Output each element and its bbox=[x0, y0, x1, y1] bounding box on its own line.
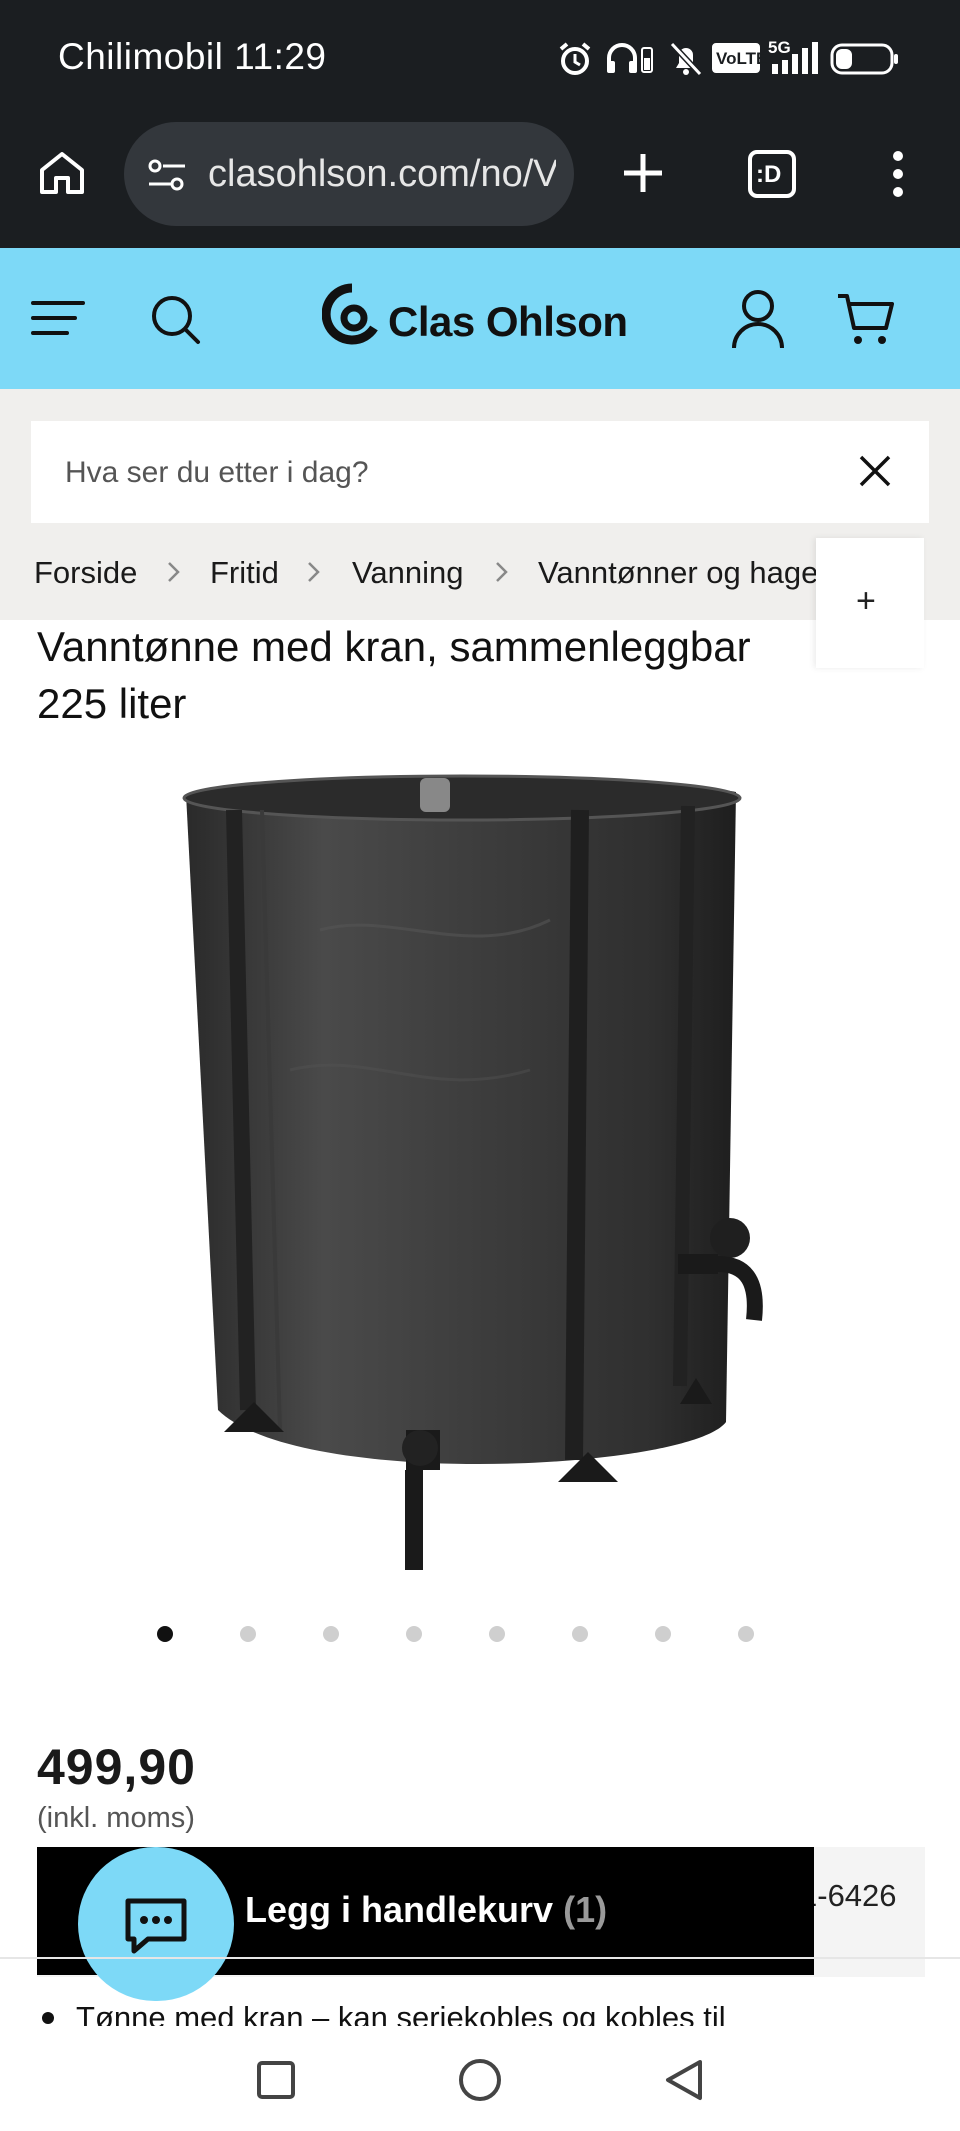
system-navigation-bar bbox=[0, 2026, 960, 2131]
recents-square-icon[interactable] bbox=[256, 2060, 296, 2100]
url-text[interactable]: clasohlson.com/no/V bbox=[208, 153, 556, 196]
media-indicator-icon bbox=[641, 47, 653, 73]
back-triangle-icon[interactable] bbox=[662, 2058, 704, 2102]
clas-ohlson-logo-mark bbox=[322, 283, 378, 345]
phone-number-partial[interactable]: 1-6426 bbox=[800, 1878, 897, 1914]
product-title: Vanntønne med kran, sammenleggbar 225 li… bbox=[37, 623, 751, 727]
alarm-icon bbox=[559, 42, 591, 75]
description-bullet: Tønne med kran – kan seriekobles og kobl… bbox=[0, 1996, 960, 2026]
site-header: Clas Ohlson bbox=[0, 248, 960, 389]
vat-note: (inkl. moms) bbox=[37, 1802, 195, 1834]
carousel-dot[interactable] bbox=[157, 1626, 173, 1642]
new-tab-plus-icon[interactable] bbox=[620, 150, 666, 196]
breadcrumb-item-vanning[interactable]: Vanning bbox=[352, 555, 463, 591]
carousel-dot[interactable] bbox=[489, 1626, 505, 1642]
headphones-icon bbox=[607, 43, 637, 73]
chat-bubble-icon bbox=[125, 1898, 187, 1954]
carousel-dot[interactable] bbox=[323, 1626, 339, 1642]
home-icon[interactable] bbox=[36, 148, 88, 200]
carousel-dot[interactable] bbox=[240, 1626, 256, 1642]
battery-icon bbox=[830, 43, 898, 75]
divider bbox=[0, 1957, 960, 1959]
product-image-water-barrel[interactable] bbox=[170, 770, 790, 1680]
add-to-cart-label: Legg i handlekurv bbox=[245, 1889, 554, 1930]
bullet-text: Tønne med kran – kan seriekobles og kobl… bbox=[76, 2000, 726, 2026]
carrier-and-time: Chilimobil 11:29 bbox=[58, 36, 327, 77]
browser-toolbar: clasohlson.com/no/V :D bbox=[0, 118, 960, 248]
product-price: 499,90 bbox=[37, 1739, 196, 1795]
volte-badge: VoLTE bbox=[712, 43, 767, 73]
more-menu-icon[interactable] bbox=[884, 148, 912, 200]
breadcrumb-item-forside[interactable]: Forside bbox=[34, 555, 137, 591]
vibrate-off-icon bbox=[669, 41, 703, 77]
chevron-right-icon bbox=[168, 562, 180, 582]
menu-icon[interactable] bbox=[31, 298, 85, 338]
search-input[interactable] bbox=[65, 451, 825, 495]
chevron-right-icon bbox=[308, 562, 320, 582]
search-icon[interactable] bbox=[150, 294, 202, 346]
bullet-marker bbox=[42, 2012, 54, 2024]
site-settings-icon[interactable] bbox=[146, 154, 188, 196]
tab-switcher-icon[interactable]: :D bbox=[748, 150, 796, 198]
chevron-right-icon bbox=[496, 562, 508, 582]
carousel-dot[interactable] bbox=[738, 1626, 754, 1642]
chat-button[interactable] bbox=[78, 1847, 234, 2001]
account-icon[interactable] bbox=[730, 288, 786, 350]
search-box[interactable] bbox=[31, 421, 929, 523]
status-bar: Chilimobil 11:29 VoLTE 5G bbox=[0, 0, 960, 118]
clear-search-icon[interactable] bbox=[857, 453, 893, 489]
carousel-dot[interactable] bbox=[406, 1626, 422, 1642]
cart-icon[interactable] bbox=[836, 292, 896, 348]
brand-name: Clas Ohlson bbox=[388, 298, 628, 345]
carousel-dot[interactable] bbox=[655, 1626, 671, 1642]
search-area bbox=[0, 389, 960, 554]
breadcrumb-item-fritid[interactable]: Fritid bbox=[210, 555, 279, 591]
home-circle-icon[interactable] bbox=[458, 2058, 502, 2102]
cart-count-badge: (1) bbox=[563, 1889, 608, 1930]
carousel-dot[interactable] bbox=[572, 1626, 588, 1642]
signal-icon bbox=[772, 42, 818, 74]
